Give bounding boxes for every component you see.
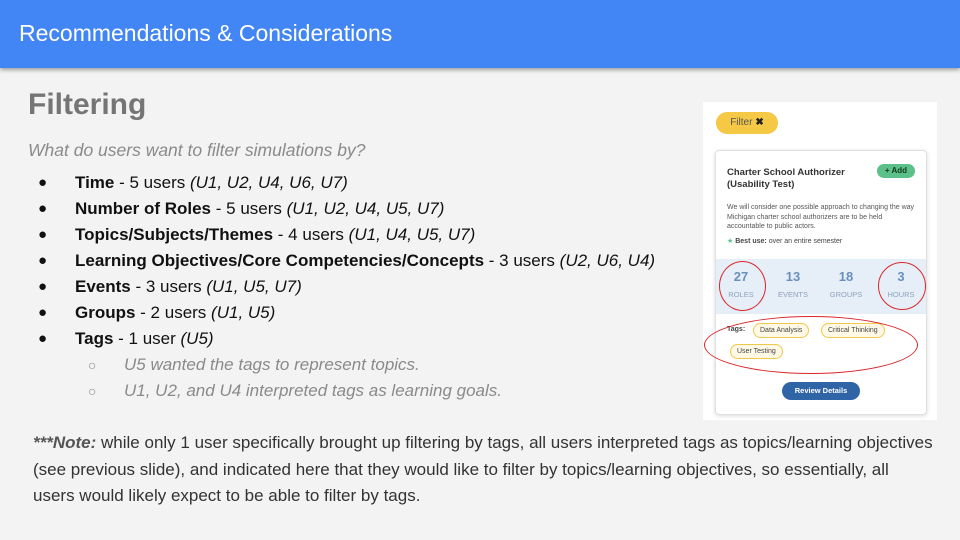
sub-list-item: ○ U5 wanted the tags to represent topics. bbox=[38, 352, 655, 378]
bullet-icon: ● bbox=[38, 226, 48, 243]
criterion-count: - 5 users bbox=[211, 199, 287, 218]
filter-chip-label: Filter bbox=[730, 117, 753, 128]
criterion-label: Number of Roles bbox=[75, 199, 212, 218]
criterion-count: - 1 user bbox=[113, 329, 181, 348]
card-description: We will consider one possible approach t… bbox=[727, 204, 915, 230]
criterion-count: - 4 users bbox=[273, 225, 349, 244]
sub-item-text: U5 wanted the tags to represent topics. bbox=[124, 355, 420, 374]
filter-chip[interactable]: Filter ✖ bbox=[716, 112, 778, 134]
note-prefix: ***Note: bbox=[33, 433, 97, 452]
hollow-bullet-icon: ○ bbox=[88, 357, 97, 373]
stat-label: EVENTS bbox=[777, 290, 808, 299]
list-item: ● Groups - 2 users (U1, U5) bbox=[38, 300, 655, 326]
criterion-label: Topics/Subjects/Themes bbox=[75, 225, 274, 244]
add-button[interactable]: + Add bbox=[877, 164, 915, 178]
criterion-users: (U1, U2, U4, U6, U7) bbox=[189, 173, 348, 192]
tags-sub-list: ○ U5 wanted the tags to represent topics.… bbox=[38, 352, 655, 404]
bullet-icon: ● bbox=[38, 174, 48, 191]
list-item: ● Topics/Subjects/Themes - 4 users (U1, U… bbox=[38, 222, 655, 248]
slide-title: Filtering bbox=[28, 88, 147, 121]
criterion-users: (U1, U2, U4, U5, U7) bbox=[286, 199, 445, 218]
header-title: Recommendations & Considerations bbox=[19, 20, 393, 46]
hollow-bullet-icon: ○ bbox=[88, 383, 97, 399]
star-icon: ★ bbox=[727, 238, 734, 245]
highlight-ellipse-tags bbox=[704, 316, 918, 374]
criterion-users: (U1, U5, U7) bbox=[206, 277, 302, 296]
criterion-count: - 3 users bbox=[130, 277, 207, 296]
review-details-button[interactable]: Review Details bbox=[782, 382, 860, 400]
simulation-card-screenshot: Filter ✖ Charter School Authorizer (Usabi… bbox=[703, 102, 937, 420]
slide-note: ***Note: while only 1 user specifically … bbox=[33, 430, 933, 510]
criterion-users: (U1, U5) bbox=[211, 303, 276, 322]
list-item: ● Tags - 1 user (U5) bbox=[38, 326, 655, 352]
best-use: ★ Best use: over an entire semester bbox=[727, 237, 842, 245]
best-use-label: Best use: bbox=[735, 238, 767, 245]
criterion-label: Groups bbox=[75, 303, 136, 322]
list-item: ● Number of Roles - 5 users (U1, U2, U4, … bbox=[38, 196, 655, 222]
highlight-circle-roles bbox=[719, 261, 766, 311]
note-text: while only 1 user specifically brought u… bbox=[33, 433, 933, 505]
criterion-count: - 5 users bbox=[114, 173, 190, 192]
slide-subtitle: What do users want to filter simulations… bbox=[28, 140, 366, 160]
sub-item-text: U1, U2, and U4 interpreted tags as learn… bbox=[124, 381, 503, 400]
criterion-label: Tags bbox=[75, 329, 114, 348]
bullet-icon: ● bbox=[38, 252, 48, 269]
slide-header-bar: Recommendations & Considerations bbox=[0, 0, 960, 68]
criterion-count: - 3 users bbox=[484, 251, 560, 270]
stat-number: 13 bbox=[785, 269, 801, 284]
list-item: ● Events - 3 users (U1, U5, U7) bbox=[38, 274, 655, 300]
sub-list-item: ○ U1, U2, and U4 interpreted tags as lear… bbox=[38, 378, 655, 404]
stat-label: GROUPS bbox=[829, 290, 863, 299]
criterion-count: - 2 users bbox=[135, 303, 212, 322]
criterion-label: Time bbox=[75, 173, 115, 192]
best-use-value: over an entire semester bbox=[766, 238, 843, 245]
highlight-circle-hours bbox=[878, 262, 926, 310]
criterion-users: (U5) bbox=[180, 329, 214, 348]
stat-groups: 18 GROUPS bbox=[822, 269, 870, 299]
stat-events: 13 EVENTS bbox=[769, 269, 817, 299]
criterion-label: Learning Objectives/Core Competencies/Co… bbox=[75, 251, 485, 270]
card-title: Charter School Authorizer (Usability Tes… bbox=[727, 167, 845, 190]
criterion-label: Events bbox=[75, 277, 131, 296]
bullet-icon: ● bbox=[38, 278, 48, 295]
bullet-icon: ● bbox=[38, 304, 48, 321]
filter-criteria-list: ● Time - 5 users (U1, U2, U4, U6, U7) ● Nu… bbox=[38, 170, 655, 400]
list-item: ● Time - 5 users (U1, U2, U4, U6, U7) bbox=[38, 170, 655, 196]
bullet-icon: ● bbox=[38, 200, 48, 217]
list-item: ● Learning Objectives/Core Competencies/C… bbox=[38, 248, 655, 274]
criterion-users: (U1, U4, U5, U7) bbox=[348, 225, 476, 244]
criterion-users: (U2, U6, U4) bbox=[559, 251, 656, 270]
close-icon[interactable]: ✖ bbox=[755, 117, 763, 128]
sub-list-container: ○ U5 wanted the tags to represent topics.… bbox=[38, 352, 655, 400]
bullet-icon: ● bbox=[38, 330, 48, 347]
stat-number: 18 bbox=[838, 269, 854, 284]
